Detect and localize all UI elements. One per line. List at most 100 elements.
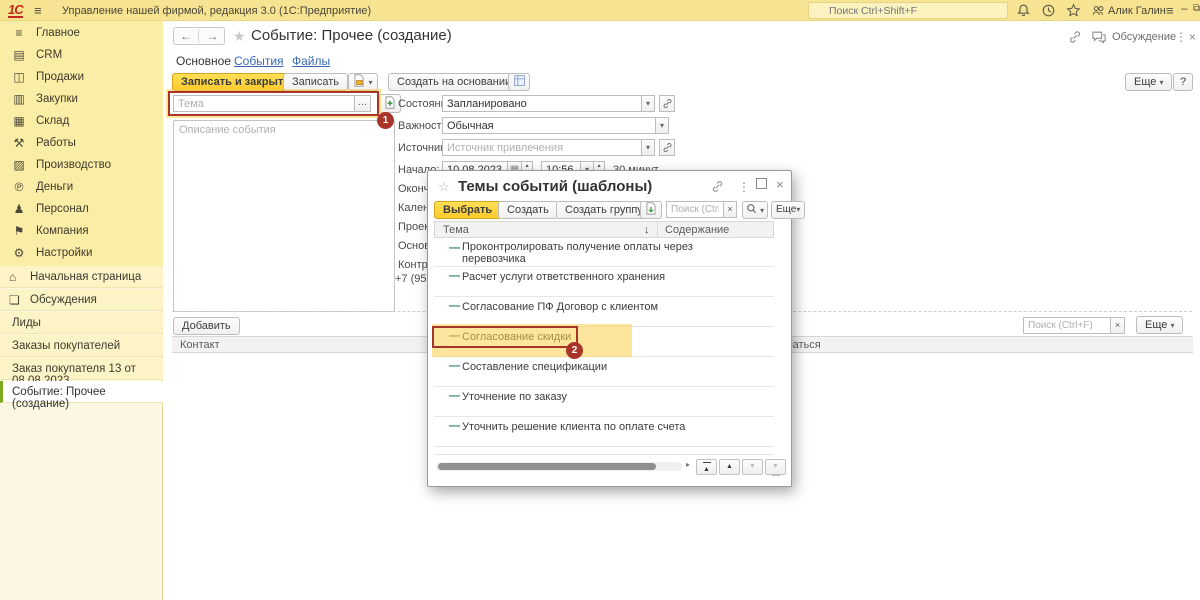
1c-logo: 1С [8,3,23,18]
template-row[interactable]: —Уточнение по заказу [434,387,774,417]
main-section-icon: ≡ [11,26,27,40]
restore-window-icon[interactable]: ⧉ [1193,3,1200,14]
load-template-button[interactable] [640,201,662,219]
notifications-bell-icon[interactable] [1016,3,1032,19]
importance-dropdown-icon[interactable]: ▾ [655,117,669,134]
create-group-button[interactable]: Создать группу [556,201,652,219]
source-open-link-icon[interactable] [659,139,675,156]
discussion-chat-icon[interactable] [1091,30,1107,44]
sidebar-item-personnel[interactable]: ♟Персонал [0,198,163,220]
back-icon[interactable]: ← [174,29,199,43]
forward-icon[interactable]: → [200,29,225,43]
list-item-marker-icon: — [449,360,460,372]
move-to-bottom-button[interactable]: ▼ [765,459,786,475]
save-button[interactable]: Записать [283,73,348,91]
tab-main[interactable]: Основное [176,54,231,68]
template-row[interactable]: —Составление спецификации [434,357,774,387]
sidebar-item-settings[interactable]: ⚙Настройки [0,242,163,264]
contacts-search-clear-icon[interactable]: × [1110,317,1125,334]
help-button[interactable]: ? [1173,73,1193,91]
sidebar-item-order-13[interactable]: Заказ покупателя 13 от 08.08.2023 [0,358,163,380]
home-icon: ⌂ [9,270,16,284]
dialog-search-clear-icon[interactable]: × [723,201,737,218]
warehouse-icon: ▦ [11,114,27,128]
topic-column-header: Тема [443,224,469,236]
source-label: Источник: [398,142,448,154]
sidebar-item-home[interactable]: ⌂Начальная страница [0,266,163,288]
add-contact-button[interactable]: Добавить [173,317,240,335]
favorite-star-icon[interactable]: ★ [233,28,246,45]
save-and-close-button[interactable]: Записать и закрыть [172,73,299,91]
list-item-marker-icon: — [449,390,460,402]
app-title: Управление нашей фирмой, редакция 3.0 (1… [62,5,371,17]
page-title: Событие: Прочее (создание) [251,27,452,44]
report-button[interactable] [508,73,530,91]
state-dropdown-icon[interactable]: ▾ [641,95,655,112]
sort-desc-icon[interactable]: ↓ [644,224,650,236]
close-window-icon[interactable]: × [1189,30,1196,44]
minimize-window-icon[interactable]: – [1181,1,1188,15]
topbar: 1С ≡ Управление нашей фирмой, редакция 3… [0,0,1200,21]
mail-from-event-button[interactable]: ▾ [348,73,378,91]
annotation-box-2 [432,326,578,348]
sidebar-item-money[interactable]: ℗Деньги [0,176,163,198]
sidebar-item-works[interactable]: ⚒Работы [0,132,163,154]
contacts-search-input[interactable] [1023,317,1111,334]
source-combo[interactable] [442,139,642,156]
sidebar-item-sales[interactable]: ◫Продажи [0,66,163,88]
tab-events[interactable]: События [234,54,284,68]
favorites-star-icon[interactable] [1066,3,1082,19]
global-search-input[interactable] [808,2,1008,19]
select-button[interactable]: Выбрать [434,201,501,219]
contacts-more-button[interactable]: Еще ▾ [1136,316,1183,334]
sidebar-item-discussions[interactable]: ❏Обсуждения [0,289,163,311]
window-menu-kebab-icon[interactable]: ⋮ [1175,30,1187,44]
sidebar-item-production[interactable]: ▨Производство [0,154,163,176]
state-open-link-icon[interactable] [659,95,675,112]
current-user[interactable]: Алик Галин [1108,5,1166,17]
sidebar-item-company[interactable]: ⚑Компания [0,220,163,242]
form-more-button[interactable]: Еще ▾ [1125,73,1172,91]
dialog-maximize-icon[interactable] [756,178,767,189]
service-menu-icon[interactable]: ≡ [1166,3,1174,18]
dialog-close-icon[interactable]: × [776,177,784,192]
list-item-marker-icon: — [449,300,460,312]
tab-files[interactable]: Файлы [292,54,330,68]
template-row[interactable]: —Согласование ПФ Договор с клиентом [434,297,774,327]
source-dropdown-icon[interactable]: ▾ [641,139,655,156]
history-icon[interactable] [1041,3,1057,19]
move-up-button[interactable]: ▲ [719,459,740,475]
dialog-more-button[interactable]: Еще▾ [771,201,805,219]
importance-combo[interactable] [442,117,656,134]
sidebar-item-purchases[interactable]: ▥Закупки [0,88,163,110]
state-combo[interactable] [442,95,642,112]
move-down-button[interactable]: ▼ [742,459,763,475]
sidebar-item-event-window[interactable]: Событие: Прочее (создание) [0,381,163,403]
dialog-link-icon[interactable] [711,180,724,193]
sidebar-item-main[interactable]: ≡Главное [0,22,163,44]
create-based-on-button[interactable]: Создать на основании ▾ [388,73,527,91]
sidebar-item-crm[interactable]: ▤CRM [0,44,163,66]
list-item-marker-icon: — [449,242,460,254]
scroll-right-icon[interactable]: ▸ [686,460,690,469]
dialog-favorite-star-icon[interactable]: ☆ [438,179,450,195]
description-textarea[interactable] [173,120,395,312]
sidebar-item-warehouse[interactable]: ▦Склад [0,110,163,132]
create-button[interactable]: Создать [498,201,558,219]
discussion-label[interactable]: Обсуждение [1112,31,1176,43]
dialog-search-settings-button[interactable]: ▾ [742,201,768,219]
contact-column-header: Контакт [180,339,220,351]
move-to-top-button[interactable]: ▲ [696,459,717,475]
horizontal-scrollbar-thumb[interactable] [438,463,656,470]
users-icon[interactable] [1091,3,1107,19]
main-menu-icon[interactable]: ≡ [34,3,42,18]
sidebar-item-leads[interactable]: Лиды [0,312,163,334]
get-link-icon[interactable] [1068,30,1082,44]
template-row[interactable]: —Расчет услуги ответственного хранения [434,267,774,297]
dialog-kebab-icon[interactable]: ⋮ [738,180,750,194]
template-row[interactable]: —Проконтролировать получение оплаты чере… [434,239,774,267]
template-row[interactable]: —Уточнить решение клиента по оплате счет… [434,417,774,447]
sidebar-item-customer-orders[interactable]: Заказы покупателей [0,335,163,357]
content-column-header: Содержание [665,224,729,236]
dialog-search-input[interactable] [666,201,724,218]
